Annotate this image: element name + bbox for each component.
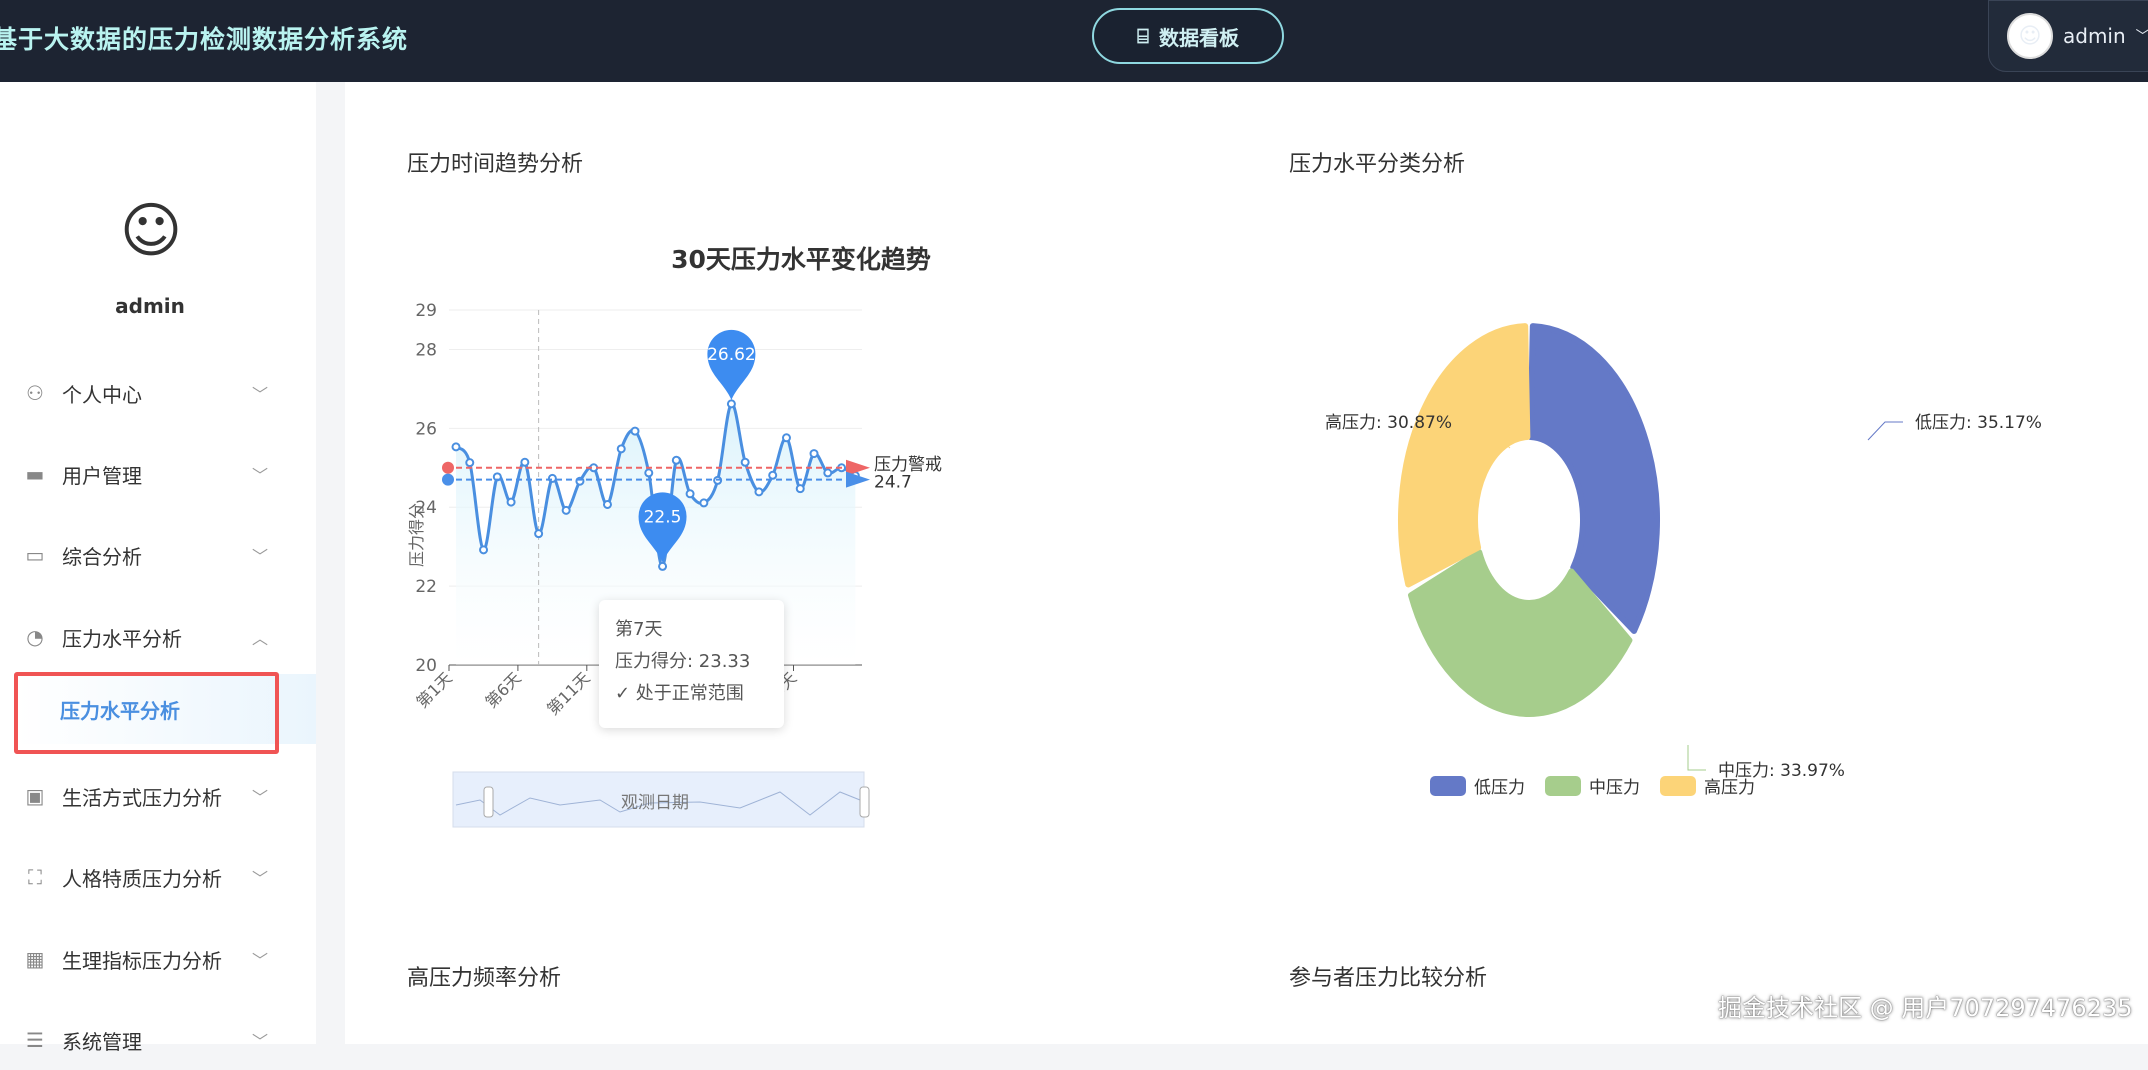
- legend-label: 低压力: [1474, 778, 1525, 798]
- label-leader-line: [1688, 745, 1706, 770]
- data-point: [769, 472, 776, 479]
- legend-label: 高压力: [1704, 778, 1755, 798]
- chart-tooltip: 第7天 压力得分: 23.33 ✓ 处于正常范围: [599, 600, 784, 728]
- data-point: [742, 459, 749, 466]
- x-tick-label: 第6天: [481, 668, 524, 711]
- mark-line-label: 24.7: [874, 473, 912, 493]
- data-point: [797, 485, 804, 492]
- x-axis-label: 观测日期: [621, 793, 689, 813]
- tooltip-status: ✓ 处于正常范围: [615, 678, 768, 710]
- y-tick-label: 29: [415, 301, 437, 321]
- data-point: [755, 488, 762, 495]
- y-tick-label: 22: [415, 577, 437, 597]
- label-leader-line: [1868, 422, 1903, 440]
- data-point: [824, 469, 831, 476]
- data-point: [728, 400, 735, 407]
- data-point: [783, 434, 790, 441]
- pie-label: 高压力: 30.87%: [1325, 413, 1452, 433]
- legend-label: 中压力: [1589, 778, 1640, 798]
- data-point: [618, 445, 625, 452]
- pie-slice: [1531, 326, 1657, 631]
- pie-label: 低压力: 35.17%: [1915, 413, 2042, 433]
- data-point: [659, 563, 666, 570]
- data-point: [700, 499, 707, 506]
- data-point: [521, 459, 528, 466]
- data-point: [508, 499, 515, 506]
- charts-layer: 30天压力水平变化趋势 压力得分 202224262829第1天第6天第11天第…: [0, 0, 2148, 1044]
- data-point: [549, 475, 556, 482]
- data-point: [480, 546, 487, 553]
- tooltip-title: 第7天: [615, 614, 768, 646]
- legend-swatch: [1660, 776, 1696, 796]
- data-zoom-handle-right: [860, 787, 869, 817]
- data-point: [687, 490, 694, 497]
- watermark: 掘金技术社区 @ 用户707297476235: [1718, 988, 2133, 1023]
- mark-point-label: 22.5: [644, 507, 682, 527]
- data-point: [673, 457, 680, 464]
- y-tick-label: 26: [415, 419, 437, 439]
- data-point: [466, 459, 473, 466]
- data-point: [604, 501, 611, 508]
- data-point: [563, 507, 570, 514]
- mark-line-start-dot: [442, 474, 454, 486]
- data-point: [535, 530, 542, 537]
- pie-slice: [1401, 326, 1527, 584]
- x-tick-label: 第11天: [543, 668, 593, 718]
- data-point: [632, 428, 639, 435]
- y-tick-label: 24: [415, 498, 437, 518]
- line-chart-title: 30天压力水平变化趋势: [671, 245, 931, 274]
- y-tick-label: 28: [415, 340, 437, 360]
- data-zoom-handle-left: [484, 787, 493, 817]
- data-point: [453, 443, 460, 450]
- legend-swatch: [1545, 776, 1581, 796]
- legend-swatch: [1430, 776, 1466, 796]
- mark-point-label: 26.62: [707, 345, 756, 365]
- tooltip-value: 压力得分: 23.33: [615, 646, 768, 678]
- mark-line-start-dot: [442, 462, 454, 474]
- y-tick-label: 20: [415, 656, 437, 676]
- data-point: [645, 469, 652, 476]
- data-point: [811, 450, 818, 457]
